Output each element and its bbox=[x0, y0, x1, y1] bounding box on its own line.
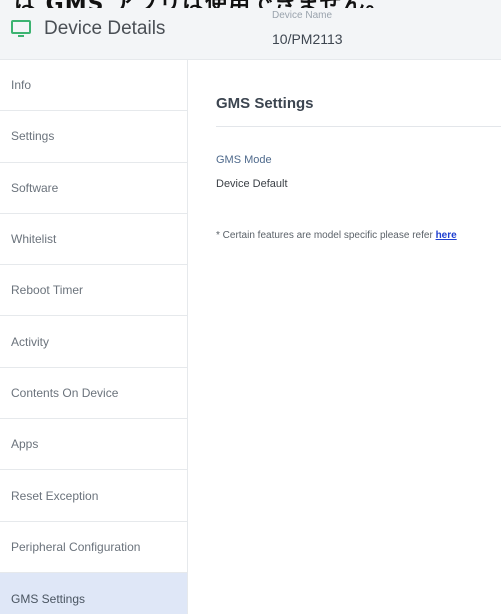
sidebar-item-settings[interactable]: Settings bbox=[0, 111, 187, 163]
sidebar-item-peripheral-configuration[interactable]: Peripheral Configuration bbox=[0, 522, 187, 573]
page-header: Device Details Device Name 10/PM2113 bbox=[0, 8, 501, 60]
sidebar-item-apps[interactable]: Apps bbox=[0, 419, 187, 471]
cropped-banner: は GMS アプリは使用できません。 bbox=[0, 0, 501, 8]
sidebar-item-activity[interactable]: Activity bbox=[0, 316, 187, 368]
sidebar-nav: Info Settings Software Whitelist Reboot … bbox=[0, 60, 188, 614]
main-content: GMS Settings GMS Mode Device Default * C… bbox=[188, 60, 501, 614]
gms-mode-value: Device Default bbox=[216, 178, 288, 190]
banner-text: は GMS アプリは使用できません。 bbox=[14, 0, 388, 8]
sidebar-item-contents-on-device[interactable]: Contents On Device bbox=[0, 368, 187, 420]
header-title-group: Device Details bbox=[10, 18, 165, 40]
sidebar-item-whitelist[interactable]: Whitelist bbox=[0, 214, 187, 266]
model-specific-note: * Certain features are model specific pl… bbox=[216, 230, 457, 241]
page-title: Device Details bbox=[44, 18, 166, 39]
sidebar-item-gms-settings[interactable]: GMS Settings bbox=[0, 572, 187, 614]
gms-mode-label: GMS Mode bbox=[216, 154, 272, 166]
here-link[interactable]: here bbox=[436, 230, 457, 241]
section-title: GMS Settings bbox=[216, 95, 314, 112]
note-text: * Certain features are model specific pl… bbox=[216, 230, 436, 241]
sidebar-item-reboot-timer[interactable]: Reboot Timer bbox=[0, 265, 187, 317]
monitor-icon bbox=[11, 20, 31, 37]
sidebar-item-software[interactable]: Software bbox=[0, 163, 187, 214]
sidebar-item-info[interactable]: Info bbox=[0, 60, 187, 112]
device-name-value: 10/PM2113 bbox=[272, 31, 343, 47]
sidebar-item-reset-exception[interactable]: Reset Exception bbox=[0, 470, 187, 522]
section-divider bbox=[216, 126, 501, 127]
device-name-label: Device Name bbox=[272, 10, 333, 21]
